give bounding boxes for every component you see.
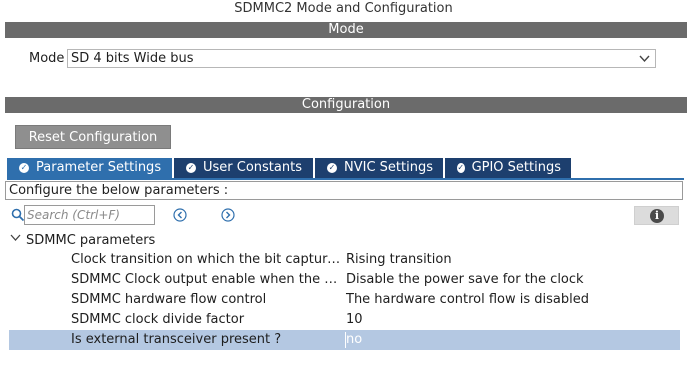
param-value: no	[346, 332, 363, 347]
tab-label: Parameter Settings	[36, 160, 162, 175]
tab-nvic-settings[interactable]: ✓ NVIC Settings	[315, 158, 443, 178]
tab-underline	[7, 178, 684, 180]
configuration-section-header: Configuration	[5, 97, 687, 113]
mode-select-value: SD 4 bits Wide bus	[71, 51, 194, 66]
chevron-down-icon	[639, 50, 650, 72]
reset-configuration-button[interactable]: Reset Configuration	[15, 125, 171, 149]
group-label: SDMMC parameters	[26, 233, 156, 248]
previous-result-icon[interactable]	[173, 208, 187, 222]
param-row[interactable]: SDMMC Clock output enable when the b... …	[9, 270, 680, 290]
param-name: SDMMC clock divide factor	[71, 312, 245, 327]
settings-tab-bar: ✓ Parameter Settings ✓ User Constants ✓ …	[7, 158, 573, 178]
param-name: Is external transceiver present ?	[71, 332, 282, 347]
next-result-icon[interactable]	[221, 208, 235, 222]
info-button[interactable]: i	[634, 206, 679, 225]
check-circle-icon: ✓	[19, 163, 29, 173]
param-value: Disable the power save for the clock	[346, 272, 584, 287]
param-name: SDMMC Clock output enable when the b...	[71, 272, 343, 287]
param-row[interactable]: SDMMC hardware flow control The hardware…	[9, 290, 680, 310]
param-row[interactable]: Clock transition on which the bit captur…	[9, 250, 680, 270]
tab-label: GPIO Settings	[471, 160, 561, 175]
mode-select[interactable]: SD 4 bits Wide bus	[67, 49, 656, 68]
tab-user-constants[interactable]: ✓ User Constants	[174, 158, 313, 178]
param-name: Clock transition on which the bit captur…	[71, 252, 343, 267]
tab-label: NVIC Settings	[344, 160, 433, 175]
check-circle-icon: ✓	[457, 163, 465, 173]
param-value: The hardware control flow is disabled	[346, 292, 590, 307]
tab-gpio-settings[interactable]: ✓ GPIO Settings	[445, 158, 571, 178]
mode-label: Mode	[29, 51, 65, 66]
param-row-selected[interactable]: Is external transceiver present ? no	[9, 330, 680, 350]
check-circle-icon: ✓	[186, 163, 196, 173]
param-row[interactable]: SDMMC clock divide factor 10	[9, 310, 680, 330]
tab-label: User Constants	[203, 160, 302, 175]
group-sdmmc-parameters[interactable]: SDMMC parameters	[10, 232, 155, 250]
param-value: Rising transition	[346, 252, 452, 267]
param-value: 10	[346, 312, 363, 327]
chevron-down-icon	[10, 232, 26, 250]
configure-instruction: Configure the below parameters :	[5, 181, 683, 200]
search-icon	[11, 208, 25, 222]
search-input[interactable]	[24, 205, 155, 225]
page-title: SDMMC2 Mode and Configuration	[234, 1, 453, 16]
tab-parameter-settings[interactable]: ✓ Parameter Settings	[7, 158, 172, 178]
mode-section-header: Mode	[5, 22, 687, 38]
check-circle-icon: ✓	[327, 163, 337, 173]
param-name: SDMMC hardware flow control	[71, 292, 267, 307]
info-icon: i	[650, 209, 664, 223]
